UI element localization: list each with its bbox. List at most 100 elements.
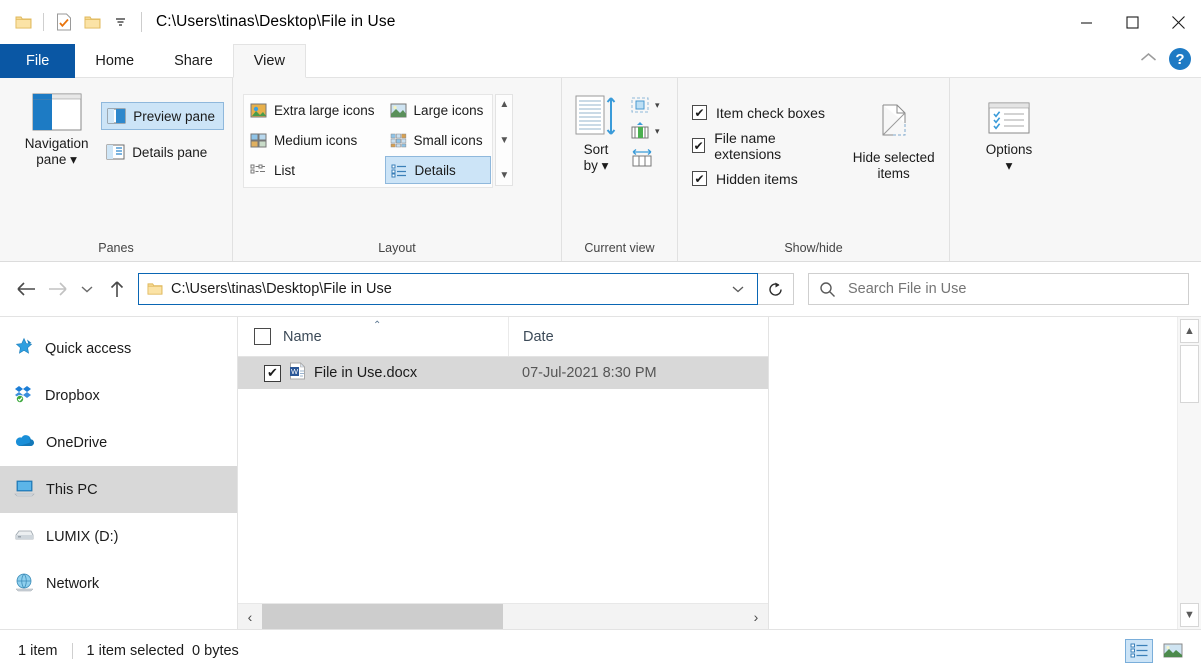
status-bar: 1 item 1 item selected 0 bytes bbox=[0, 629, 1201, 671]
hide-selected-label-line1: Hide selected bbox=[853, 150, 935, 165]
checkbox-icon[interactable]: ✔ bbox=[692, 105, 707, 120]
hscroll-left-icon[interactable]: ‹ bbox=[238, 609, 262, 625]
checkbox-icon[interactable]: ✔ bbox=[692, 138, 705, 153]
layout-scroll-up-icon[interactable]: ▲ bbox=[499, 99, 509, 110]
select-all-checkbox[interactable] bbox=[254, 328, 271, 345]
address-path: C:\Users\tinas\Desktop\File in Use bbox=[171, 281, 723, 297]
status-item-count: 1 item bbox=[18, 643, 58, 659]
ribbon-group-layout: Extra large icons Large icons Medium ico… bbox=[232, 78, 561, 261]
current-view-group-label: Current view bbox=[562, 241, 677, 261]
sidebar-item-onedrive[interactable]: OneDrive bbox=[0, 419, 237, 466]
sidebar-item-label: Dropbox bbox=[45, 388, 100, 404]
details-pane-button[interactable]: Details pane bbox=[101, 138, 224, 166]
folder-icon[interactable] bbox=[10, 9, 36, 35]
hscroll-right-icon[interactable]: › bbox=[744, 609, 768, 625]
monitor-icon bbox=[14, 478, 35, 502]
recent-locations-button[interactable] bbox=[72, 272, 102, 306]
layout-options: Extra large icons Large icons Medium ico… bbox=[243, 94, 493, 188]
vscroll-down-icon[interactable]: ▼ bbox=[1180, 603, 1199, 627]
cloud-icon bbox=[14, 431, 35, 455]
column-header-date[interactable]: Date bbox=[508, 317, 768, 356]
layout-scroll-more-icon[interactable]: ▼ bbox=[499, 170, 509, 181]
status-view-buttons bbox=[1125, 639, 1195, 663]
minimize-button[interactable] bbox=[1063, 0, 1109, 44]
tab-share[interactable]: Share bbox=[154, 44, 233, 78]
customize-qat-icon[interactable] bbox=[107, 9, 133, 35]
sidebar-item-network[interactable]: Network bbox=[0, 560, 237, 607]
chevron-down-icon[interactable]: ▾ bbox=[66, 152, 77, 167]
hscroll-track[interactable] bbox=[262, 604, 744, 629]
up-button[interactable] bbox=[102, 272, 132, 306]
add-columns-button[interactable]: ▾ bbox=[628, 119, 662, 143]
preview-pane-label: Preview pane bbox=[133, 109, 215, 124]
layout-scroll-controls[interactable]: ▲ ▼ ▼ bbox=[495, 94, 513, 186]
chevron-down-icon[interactable]: ▾ bbox=[655, 126, 660, 137]
properties-icon[interactable] bbox=[51, 9, 77, 35]
chevron-down-icon[interactable]: ▾ bbox=[598, 158, 609, 173]
navigation-pane-button[interactable]: Navigation pane ▾ bbox=[12, 88, 101, 172]
item-check-boxes-option[interactable]: ✔ Item check boxes bbox=[688, 96, 832, 129]
refresh-button[interactable] bbox=[758, 273, 794, 305]
sidebar-item-label: LUMIX (D:) bbox=[46, 529, 119, 545]
row-checkbox[interactable]: ✔ bbox=[264, 365, 281, 382]
layout-extra-large-icons[interactable]: Extra large icons bbox=[245, 96, 383, 124]
sort-by-button[interactable]: Sort by ▾ bbox=[568, 92, 624, 176]
size-all-columns-button[interactable] bbox=[628, 146, 662, 170]
chevron-down-icon[interactable]: ▾ bbox=[1006, 158, 1013, 173]
word-document-icon: W bbox=[289, 362, 306, 384]
collapse-ribbon-icon[interactable] bbox=[1140, 50, 1157, 68]
maximize-button[interactable] bbox=[1109, 0, 1155, 44]
details-view-button[interactable] bbox=[1125, 639, 1153, 663]
navigation-pane-label-line1: Navigation bbox=[25, 136, 89, 151]
close-button[interactable] bbox=[1155, 0, 1201, 44]
address-dropdown-icon[interactable] bbox=[723, 283, 753, 295]
layout-details[interactable]: Details bbox=[385, 156, 492, 184]
file-name-cell: ✔ W File in Use.docx bbox=[238, 362, 508, 384]
layout-scroll-down-icon[interactable]: ▼ bbox=[499, 135, 509, 146]
hidden-items-label: Hidden items bbox=[716, 171, 798, 187]
new-folder-icon[interactable] bbox=[79, 9, 105, 35]
vscroll-up-icon[interactable]: ▲ bbox=[1180, 319, 1199, 343]
layout-group-label: Layout bbox=[233, 241, 561, 261]
sidebar-item-dropbox[interactable]: Dropbox bbox=[0, 372, 237, 419]
sidebar-item-lumix-d[interactable]: LUMIX (D:) bbox=[0, 513, 237, 560]
vscroll-thumb[interactable] bbox=[1180, 345, 1199, 403]
layout-small-icons[interactable]: Small icons bbox=[385, 126, 492, 154]
horizontal-scrollbar[interactable]: ‹ › bbox=[238, 603, 768, 629]
tab-view[interactable]: View bbox=[233, 44, 306, 78]
large-icons-view-button[interactable] bbox=[1159, 639, 1187, 663]
hscroll-thumb[interactable] bbox=[262, 604, 503, 629]
sort-ascending-icon: ⌃ bbox=[373, 320, 381, 331]
layout-medium-icons[interactable]: Medium icons bbox=[245, 126, 383, 154]
hidden-items-option[interactable]: ✔ Hidden items bbox=[688, 162, 832, 195]
table-row[interactable]: ✔ W File in Use.docx 07-Jul-2021 8:30 PM bbox=[238, 357, 768, 389]
layout-large-icons[interactable]: Large icons bbox=[385, 96, 492, 124]
checkbox-icon[interactable]: ✔ bbox=[692, 171, 707, 186]
layout-label: Extra large icons bbox=[274, 103, 375, 118]
column-header-name[interactable]: ⌃ Name bbox=[238, 317, 508, 356]
chevron-down-icon[interactable]: ▾ bbox=[655, 100, 660, 111]
back-button[interactable] bbox=[12, 272, 42, 306]
explorer-body: Quick access Dropbox OneDrive This PC bbox=[0, 316, 1201, 629]
preview-pane-button[interactable]: Preview pane bbox=[101, 102, 224, 130]
folder-icon bbox=[147, 282, 163, 296]
tab-home[interactable]: Home bbox=[75, 44, 154, 78]
vscroll-track[interactable] bbox=[1178, 345, 1201, 601]
file-name-extensions-option[interactable]: ✔ File name extensions bbox=[688, 129, 832, 162]
hide-selected-items-button[interactable]: Hide selected items bbox=[846, 98, 941, 186]
group-by-button[interactable]: ▾ bbox=[628, 94, 662, 116]
ribbon-group-show-hide: ✔ Item check boxes ✔ File name extension… bbox=[677, 78, 949, 261]
sidebar-item-this-pc[interactable]: This PC bbox=[0, 466, 237, 513]
tab-file[interactable]: File bbox=[0, 44, 75, 78]
forward-button[interactable] bbox=[42, 272, 72, 306]
sidebar-item-quick-access[interactable]: Quick access bbox=[0, 325, 237, 372]
layout-list[interactable]: List bbox=[245, 156, 383, 184]
ribbon-group-current-view: Sort by ▾ ▾ ▾ bbox=[561, 78, 677, 261]
vertical-scrollbar[interactable]: ▲ ▼ bbox=[1177, 317, 1201, 629]
search-input[interactable] bbox=[848, 281, 1178, 297]
layout-label: Small icons bbox=[414, 133, 483, 148]
help-icon[interactable]: ? bbox=[1169, 48, 1191, 70]
options-button[interactable]: Options ▾ bbox=[966, 96, 1052, 178]
address-input[interactable]: C:\Users\tinas\Desktop\File in Use bbox=[138, 273, 758, 305]
search-box[interactable] bbox=[808, 273, 1189, 305]
